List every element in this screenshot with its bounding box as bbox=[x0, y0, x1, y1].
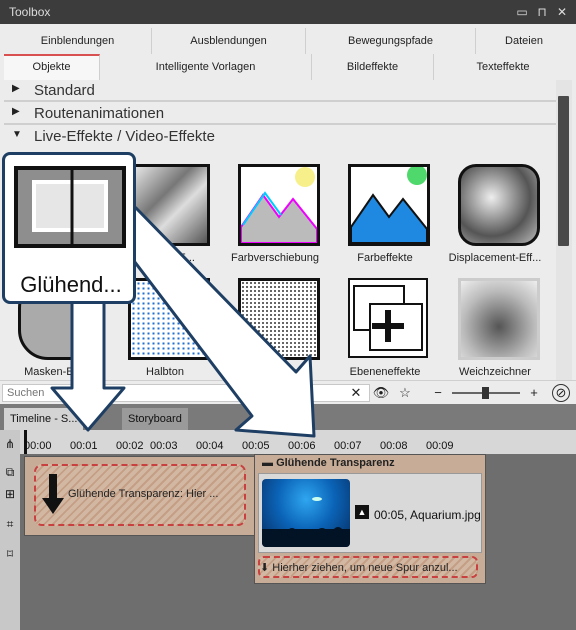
category-standard[interactable]: ▶ Standard bbox=[4, 80, 556, 102]
timeline-ruler[interactable]: 00:00 00:01 00:02 00:03 00:04 00:05 00:0… bbox=[20, 430, 576, 454]
zoom-in-icon[interactable]: + bbox=[524, 384, 544, 402]
tab-ausblendungen[interactable]: Ausblendungen bbox=[152, 28, 306, 54]
blur-icon bbox=[458, 278, 540, 360]
tab-objekte[interactable]: Objekte bbox=[4, 54, 100, 80]
monochrome-icon bbox=[238, 278, 320, 360]
tab-timeline[interactable]: Timeline - S... bbox=[4, 408, 84, 430]
eye-icon[interactable]: 👁 bbox=[371, 384, 391, 402]
effect-farbverschiebung[interactable]: Farbverschiebung bbox=[220, 158, 330, 268]
zoom-out-icon[interactable]: − bbox=[428, 384, 448, 402]
pin-icon[interactable]: ⊓ bbox=[534, 4, 550, 20]
toolbox-titlebar: Toolbox ▭ ⊓ ✕ bbox=[0, 0, 576, 24]
tab-bildeffekte[interactable]: Bildeffekte bbox=[312, 54, 434, 80]
effect-label: Farbverschiebung bbox=[230, 252, 320, 264]
effect-label: Ebeneneffekte bbox=[349, 366, 421, 378]
ruler-tick: 00:04 bbox=[196, 440, 224, 452]
close-icon[interactable]: ✕ bbox=[554, 4, 570, 20]
group-icon[interactable]: ⊞ bbox=[2, 486, 18, 502]
snap-icon[interactable]: ⌗ bbox=[2, 516, 18, 532]
ruler-tick: 00:03 bbox=[150, 440, 178, 452]
split-icon[interactable]: ⋔ bbox=[2, 436, 18, 452]
tab-bewegungspfade[interactable]: Bewegungspfade bbox=[306, 28, 476, 54]
category-live-effekte[interactable]: ▼ Live-Effekte / Video-Effekte bbox=[4, 126, 556, 148]
tab-einblendungen[interactable]: Einblendungen bbox=[4, 28, 152, 54]
effect-clip-title-text: Glühende Transparenz bbox=[276, 457, 395, 469]
collapse-triangle-icon: ▼ bbox=[12, 129, 22, 140]
category-label: Live-Effekte / Video-Effekte bbox=[34, 128, 215, 145]
arrow-down-icon bbox=[42, 474, 64, 514]
tab-storyboard[interactable]: Storyboard bbox=[122, 408, 188, 430]
layer-effects-icon bbox=[348, 278, 428, 358]
effect-label: Weichzeichner bbox=[459, 366, 531, 378]
toolbox-tabs-row1: Einblendungen Ausblendungen Bewegungspfa… bbox=[0, 28, 576, 54]
callout-label: Glühend... bbox=[20, 272, 122, 297]
toolbox-searchbar: ✕ 👁 ☆ − + ⊘ bbox=[0, 380, 576, 405]
ruler-tick: 00:09 bbox=[426, 440, 454, 452]
star-icon[interactable]: ☆ bbox=[395, 384, 415, 402]
ruler-tick: 00:02 bbox=[116, 440, 144, 452]
tab-intelligente-vorlagen[interactable]: Intelligente Vorlagen bbox=[100, 54, 312, 80]
tab-texteffekte[interactable]: Texteffekte bbox=[434, 54, 572, 80]
image-icon: ▲ bbox=[355, 505, 369, 519]
tab-dateien[interactable]: Dateien bbox=[476, 28, 572, 54]
ruler-tick: 00:08 bbox=[380, 440, 408, 452]
effect-label: Farbeffekte bbox=[357, 252, 413, 264]
clear-search-icon[interactable]: ✕ bbox=[346, 384, 366, 402]
effect-farbeffekte[interactable]: Farbeffekte bbox=[330, 158, 440, 268]
category-label: Routenanimationen bbox=[34, 105, 165, 122]
effect-label: Halbton bbox=[146, 366, 184, 378]
divider bbox=[4, 123, 556, 125]
aquarium-thumbnail bbox=[262, 479, 350, 547]
effect-label: Masken-Ef... bbox=[24, 366, 86, 378]
divider bbox=[4, 100, 556, 102]
effect-label: ...nfarbig bbox=[253, 366, 297, 378]
add-track-icon[interactable]: ⧉ bbox=[2, 464, 18, 480]
ruler-tick: 00:05 bbox=[242, 440, 270, 452]
new-track-dropzone[interactable]: ⬇ Hierher ziehen, um neue Spur anzul... bbox=[258, 556, 478, 578]
halftone-icon bbox=[128, 278, 210, 360]
category-label: Standard bbox=[34, 82, 95, 99]
playhead[interactable] bbox=[24, 430, 27, 454]
displacement-icon bbox=[458, 164, 540, 246]
effect-clip-title: ▬ Glühende Transparenz bbox=[262, 457, 395, 469]
placeholder-clip-label: Glühende Transparenz: Hier ... bbox=[68, 488, 219, 500]
ruler-tick: 00:01 bbox=[70, 440, 98, 452]
zoom-slider-handle[interactable] bbox=[482, 387, 489, 399]
timeline-toolbar: ⋔ ⧉ ⊞ ⌗ ⌑ bbox=[0, 430, 20, 630]
timeline-tabs: Timeline - S... Storyboard bbox=[0, 404, 576, 430]
expand-triangle-icon: ▶ bbox=[12, 83, 20, 94]
expand-triangle-icon: ▶ bbox=[12, 106, 20, 117]
media-info: 00:05, Aquarium.jpg bbox=[374, 508, 481, 522]
ruler-tick: 00:06 bbox=[288, 440, 316, 452]
clipping-effect-icon bbox=[128, 164, 210, 246]
ruler-tick: 00:00 bbox=[24, 440, 52, 452]
zoom-fit-icon[interactable]: ⊘ bbox=[552, 384, 570, 402]
fit-icon[interactable]: ⌑ bbox=[2, 546, 18, 562]
effect-displacement[interactable]: Displacement-Eff... bbox=[440, 158, 550, 268]
restore-icon[interactable]: ▭ bbox=[514, 4, 530, 20]
effect-ebeneneffekte[interactable]: Ebeneneffekte bbox=[330, 272, 440, 382]
category-list: ▶ Standard ▶ Routenanimationen ▼ Live-Ef… bbox=[4, 80, 556, 148]
drop-hint-text: Hierher ziehen, um neue Spur anzul... bbox=[272, 562, 458, 574]
color-shift-icon bbox=[238, 164, 320, 246]
toolbox-tabs-row2: Objekte Intelligente Vorlagen Bildeffekt… bbox=[0, 54, 576, 80]
effect-monochrom[interactable]: ...nfarbig bbox=[220, 272, 330, 382]
ruler-tick: 00:07 bbox=[334, 440, 362, 452]
color-effects-icon bbox=[348, 164, 430, 246]
collapse-icon[interactable]: ▬ bbox=[262, 457, 276, 469]
category-routenanimationen[interactable]: ▶ Routenanimationen bbox=[4, 103, 556, 125]
toolbox-title: Toolbox bbox=[9, 5, 51, 19]
effect-label: Displacement-Eff... bbox=[448, 252, 542, 264]
scrollbar-thumb[interactable] bbox=[558, 96, 569, 246]
glow-transparency-large-icon bbox=[14, 166, 126, 248]
effect-weichzeichner[interactable]: Weichzeichner bbox=[440, 272, 550, 382]
search-input[interactable] bbox=[2, 384, 370, 402]
arrow-down-icon: ⬇ bbox=[260, 562, 273, 574]
